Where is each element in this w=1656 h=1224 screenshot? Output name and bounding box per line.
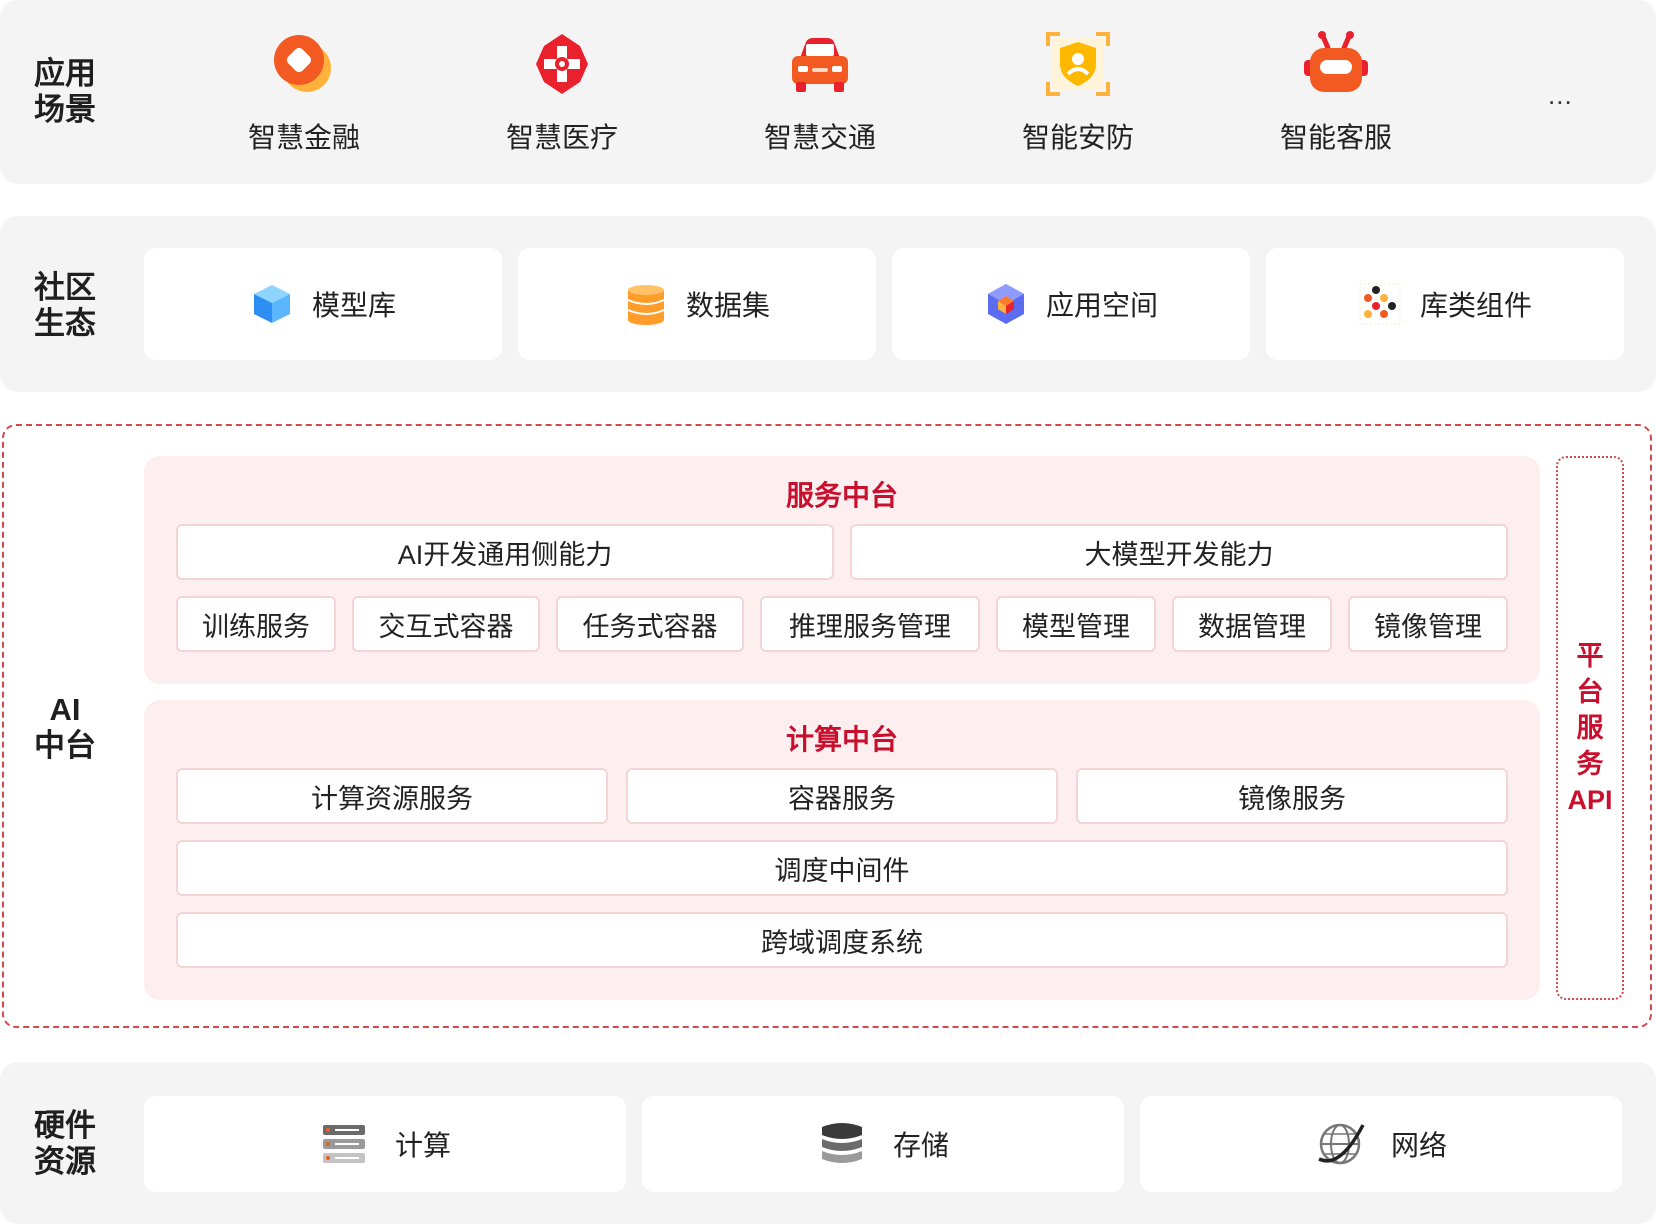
- platform-service-api-column[interactable]: 平 台 服 务 API: [1556, 456, 1624, 1000]
- service-data-management[interactable]: 数据管理: [1172, 596, 1332, 652]
- server-icon: [322, 1125, 365, 1163]
- band-label-scenarios: 应用 场景: [34, 56, 96, 127]
- scene-smart-customer-service[interactable]: 智能客服: [1236, 30, 1436, 156]
- finance-icon: [274, 35, 331, 92]
- hardware-resources-band: 硬件 资源 计算 存储 网络: [0, 1062, 1656, 1224]
- service-training[interactable]: 训练服务: [176, 596, 336, 652]
- card-label: 存储: [892, 1130, 949, 1161]
- scheduling-middleware[interactable]: 调度中间件: [176, 840, 1508, 896]
- band-label-ai-platform: AI 中台: [34, 692, 96, 763]
- card-app-space[interactable]: 应用空间: [892, 248, 1250, 360]
- card-label: 数据集: [685, 290, 770, 321]
- service-platform-panel: 服务中台 AI开发通用侧能力 大模型开发能力 训练服务 交互式容器 任务式容器 …: [144, 456, 1540, 684]
- capability-large-model-dev[interactable]: 大模型开发能力: [850, 524, 1508, 580]
- storage-icon: [821, 1123, 862, 1163]
- cube-icon: [253, 285, 290, 323]
- container-service[interactable]: 容器服务: [626, 768, 1058, 824]
- card-network[interactable]: 网络: [1140, 1096, 1622, 1192]
- scene-smart-medical[interactable]: 智慧医疗: [462, 30, 662, 156]
- capability-ai-dev-general[interactable]: AI开发通用侧能力: [176, 524, 834, 580]
- service-interactive-container[interactable]: 交互式容器: [352, 596, 540, 652]
- card-label: 计算: [394, 1130, 451, 1161]
- compute-platform-title: 计算中台: [785, 724, 898, 755]
- card-library-components[interactable]: 库类组件: [1266, 248, 1624, 360]
- card-compute[interactable]: 计算: [144, 1096, 626, 1192]
- card-label: 库类组件: [1419, 290, 1532, 321]
- scene-label: 智慧医疗: [505, 122, 618, 153]
- more-scenarios-ellipsis: ...: [1548, 80, 1573, 110]
- community-ecosystem-band: 社区 生态 模型库 数据集 应用空间 库类组件: [0, 216, 1656, 392]
- security-shield-icon: [1046, 32, 1110, 96]
- application-scenarios-band: 应用 场景 智慧金融 智慧医疗 智慧交通 智能安防 智能客服 ...: [0, 0, 1656, 184]
- service-image-management[interactable]: 镜像管理: [1348, 596, 1508, 652]
- scene-label: 智慧交通: [763, 122, 876, 153]
- image-service[interactable]: 镜像服务: [1076, 768, 1508, 824]
- compute-resource-service[interactable]: 计算资源服务: [176, 768, 608, 824]
- globe-icon: [1318, 1123, 1365, 1165]
- card-dataset[interactable]: 数据集: [518, 248, 876, 360]
- scene-label: 智能客服: [1279, 122, 1392, 153]
- medical-icon: [536, 34, 588, 94]
- components-icon: [1359, 283, 1401, 325]
- database-icon: [627, 285, 665, 325]
- service-platform-title: 服务中台: [785, 480, 898, 511]
- car-icon: [792, 38, 848, 92]
- service-model-management[interactable]: 模型管理: [996, 596, 1156, 652]
- platform-service-api-label: 平 台 服 务 API: [1567, 641, 1613, 815]
- scene-label: 智能安防: [1021, 122, 1134, 153]
- band-label-community: 社区 生态: [34, 270, 96, 341]
- card-storage[interactable]: 存储: [642, 1096, 1124, 1192]
- band-label-hardware: 硬件 资源: [34, 1108, 96, 1179]
- service-inference-management[interactable]: 推理服务管理: [760, 596, 980, 652]
- scene-smart-traffic[interactable]: 智慧交通: [720, 30, 920, 156]
- card-model-library[interactable]: 模型库: [144, 248, 502, 360]
- compute-platform-panel: 计算中台 计算资源服务 容器服务 镜像服务 调度中间件 跨域调度系统: [144, 700, 1540, 1000]
- card-label: 网络: [1390, 1130, 1447, 1161]
- scene-smart-security[interactable]: 智能安防: [978, 30, 1178, 156]
- scene-smart-finance[interactable]: 智慧金融: [204, 30, 404, 156]
- cross-domain-scheduling-system[interactable]: 跨域调度系统: [176, 912, 1508, 968]
- card-label: 模型库: [311, 290, 396, 321]
- scene-label: 智慧金融: [247, 122, 360, 153]
- robot-icon: [1304, 31, 1368, 92]
- service-task-container[interactable]: 任务式容器: [556, 596, 744, 652]
- app-space-icon: [987, 284, 1024, 324]
- card-label: 应用空间: [1045, 290, 1158, 321]
